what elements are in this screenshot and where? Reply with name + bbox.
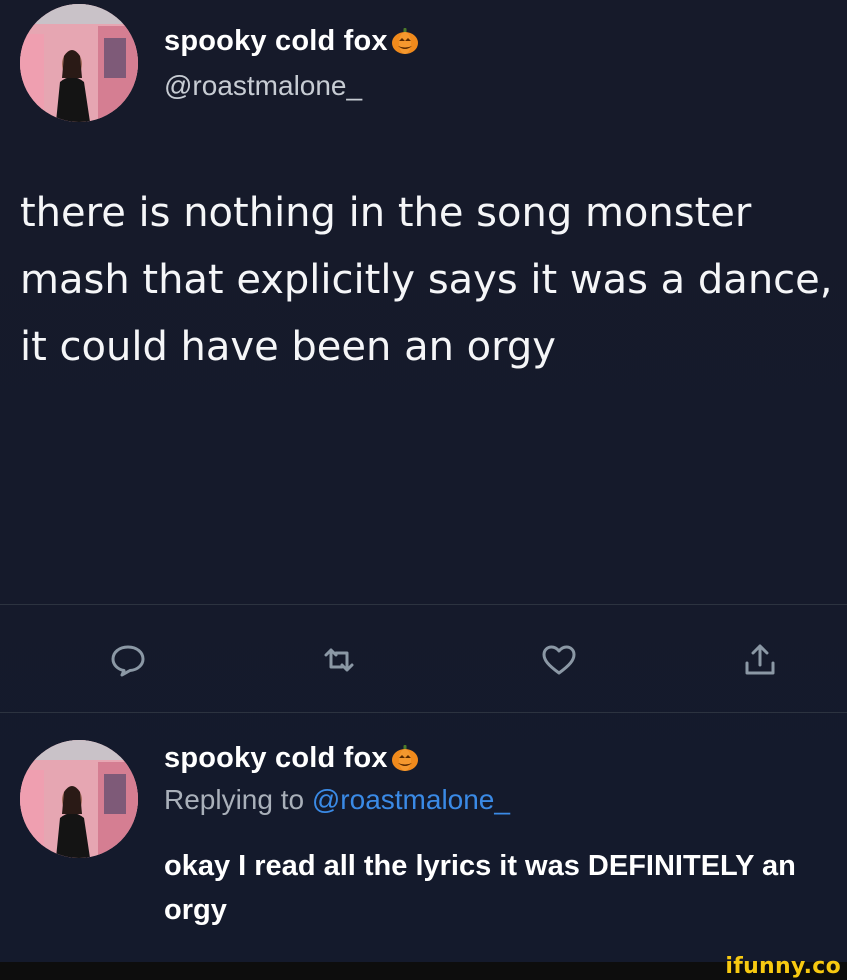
tweet-text: there is nothing in the song monster mas… [20, 190, 833, 370]
like-button[interactable] [537, 638, 581, 682]
author-handle[interactable]: @roastmalone_ [164, 70, 362, 102]
author-name-row[interactable]: spooky cold fox [164, 20, 420, 62]
author-name[interactable]: spooky cold fox [164, 25, 388, 58]
reply-button[interactable] [106, 638, 150, 682]
ifunny-watermark: ifunny.co [725, 954, 841, 979]
mention-link[interactable]: @roastmalone_ [312, 784, 510, 815]
share-icon [745, 644, 775, 675]
pumpkin-icon [390, 743, 420, 773]
avatar[interactable] [20, 740, 138, 858]
watermark-bar: ifunny.co [0, 954, 847, 980]
retweet-button[interactable] [317, 638, 361, 682]
replying-to-label: Replying to [164, 784, 312, 815]
divider [0, 604, 847, 605]
avatar-photo [20, 740, 138, 858]
reply-author-name[interactable]: spooky cold fox [164, 742, 388, 775]
action-bar [0, 628, 847, 694]
retweet-icon [324, 648, 354, 672]
reply-author-name-row[interactable]: spooky cold fox [164, 736, 420, 780]
like-icon [542, 645, 576, 675]
tweet-screenshot: spooky cold fox @roastmalone_ there is n… [0, 0, 847, 962]
share-button[interactable] [738, 638, 782, 682]
pumpkin-icon [390, 26, 420, 56]
divider [0, 712, 847, 713]
avatar[interactable] [20, 4, 138, 122]
reply-icon [111, 645, 145, 677]
replying-to: Replying to @roastmalone_ [164, 784, 510, 816]
reply-text: okay I read all the lyrics it was DEFINI… [164, 850, 796, 926]
avatar-photo [20, 4, 138, 122]
